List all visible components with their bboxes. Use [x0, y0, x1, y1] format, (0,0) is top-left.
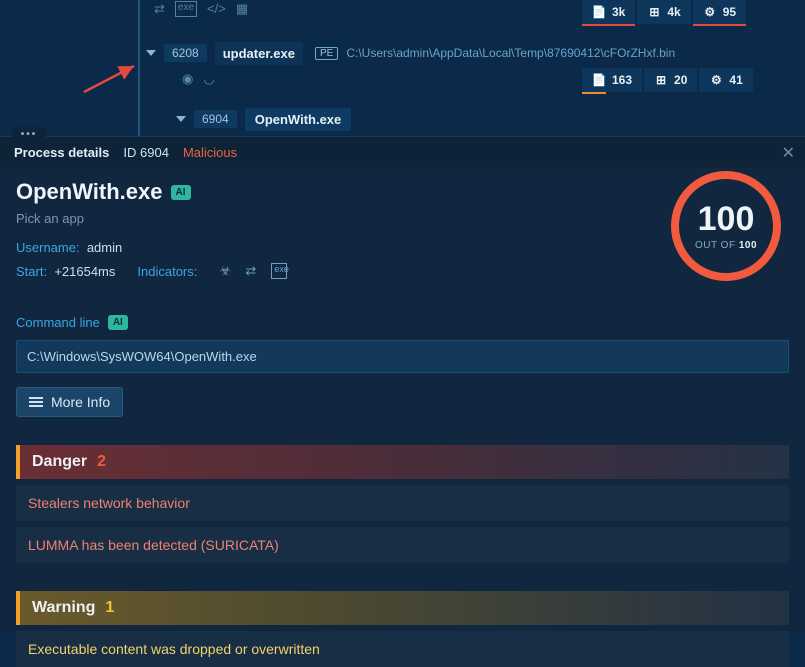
score-outof-label: OUT OF	[695, 240, 736, 251]
process-details-panel: ••• Process details ID 6904 Malicious ✕ …	[0, 136, 805, 633]
warning-section: Warning 1 Executable content was dropped…	[16, 591, 789, 667]
indicators-label: Indicators:	[137, 264, 197, 279]
score-value: 100	[698, 202, 755, 236]
danger-header[interactable]: Danger 2	[16, 445, 789, 479]
row2-stat-doc[interactable]: 📄163	[582, 68, 642, 92]
pe-tag: PE	[315, 47, 338, 60]
danger-item[interactable]: Stealers network behavior	[16, 485, 789, 521]
process-name: OpenWith.exe	[16, 179, 163, 205]
commandline-label: Command line	[16, 315, 100, 330]
threat-score: 100 OUT OF 100	[671, 171, 781, 281]
collapse-icon[interactable]	[176, 116, 186, 122]
ai-badge[interactable]: AI	[108, 315, 128, 330]
panel-header: Process details ID 6904 Malicious ✕	[0, 137, 805, 167]
warning-item[interactable]: Executable content was dropped or overwr…	[16, 631, 789, 667]
score-outof-value: 100	[739, 240, 757, 251]
start-label: Start:	[16, 264, 47, 279]
row2-stat-puzzle[interactable]: ⊞20	[644, 68, 697, 92]
process-path: C:\Users\admin\AppData\Local\Temp\876904…	[346, 46, 675, 60]
pid-badge: 6208	[164, 44, 207, 62]
panel-status: Malicious	[183, 145, 237, 160]
biohazard-icon: ☣	[219, 263, 235, 279]
close-icon[interactable]: ✕	[782, 143, 795, 163]
tree-row-openwith[interactable]: 6904 OpenWith.exe	[0, 106, 805, 132]
network-icon: ⇄	[245, 263, 261, 279]
panel-title: Process details	[14, 145, 109, 160]
row1-icons: ⇄ exe </> ▦	[150, 1, 248, 17]
more-info-button[interactable]: More Info	[16, 387, 123, 417]
danger-item[interactable]: LUMMA has been detected (SURICATA)	[16, 527, 789, 563]
collapse-icon[interactable]	[146, 50, 156, 56]
username-value: admin	[87, 240, 122, 255]
username-label: Username:	[16, 240, 80, 255]
exe-name: OpenWith.exe	[255, 112, 342, 127]
indicator-icons: ☣ ⇄ exe	[219, 263, 287, 279]
row2-badges: ◉◡	[178, 71, 215, 87]
row1-stat-puzzle[interactable]: ⊞4k	[637, 0, 690, 24]
warning-count: 1	[105, 599, 114, 617]
row2-stat-gear[interactable]: ⚙41	[699, 68, 752, 92]
exe-name: updater.exe	[223, 46, 295, 61]
start-value: +21654ms	[54, 264, 115, 279]
panel-pid: ID 6904	[123, 145, 169, 160]
row1-stat-gear[interactable]: ⚙95	[693, 0, 746, 24]
danger-count: 2	[97, 453, 106, 471]
danger-section: Danger 2 Stealers network behavior LUMMA…	[16, 445, 789, 563]
row1-stat-doc[interactable]: 📄3k	[582, 0, 635, 24]
ai-badge[interactable]: AI	[171, 185, 191, 200]
pid-badge: 6904	[194, 110, 237, 128]
process-tree: ⇄ exe </> ▦ 📄3k ⊞4k ⚙95 6208 updater.exe…	[0, 0, 805, 132]
tree-row-updater[interactable]: 6208 updater.exe PE C:\Users\admin\AppDa…	[0, 40, 805, 66]
commandline-value[interactable]: C:\Windows\SysWOW64\OpenWith.exe	[16, 340, 789, 373]
menu-icon	[29, 397, 43, 407]
warning-header[interactable]: Warning 1	[16, 591, 789, 625]
exe-icon: exe	[271, 263, 287, 279]
